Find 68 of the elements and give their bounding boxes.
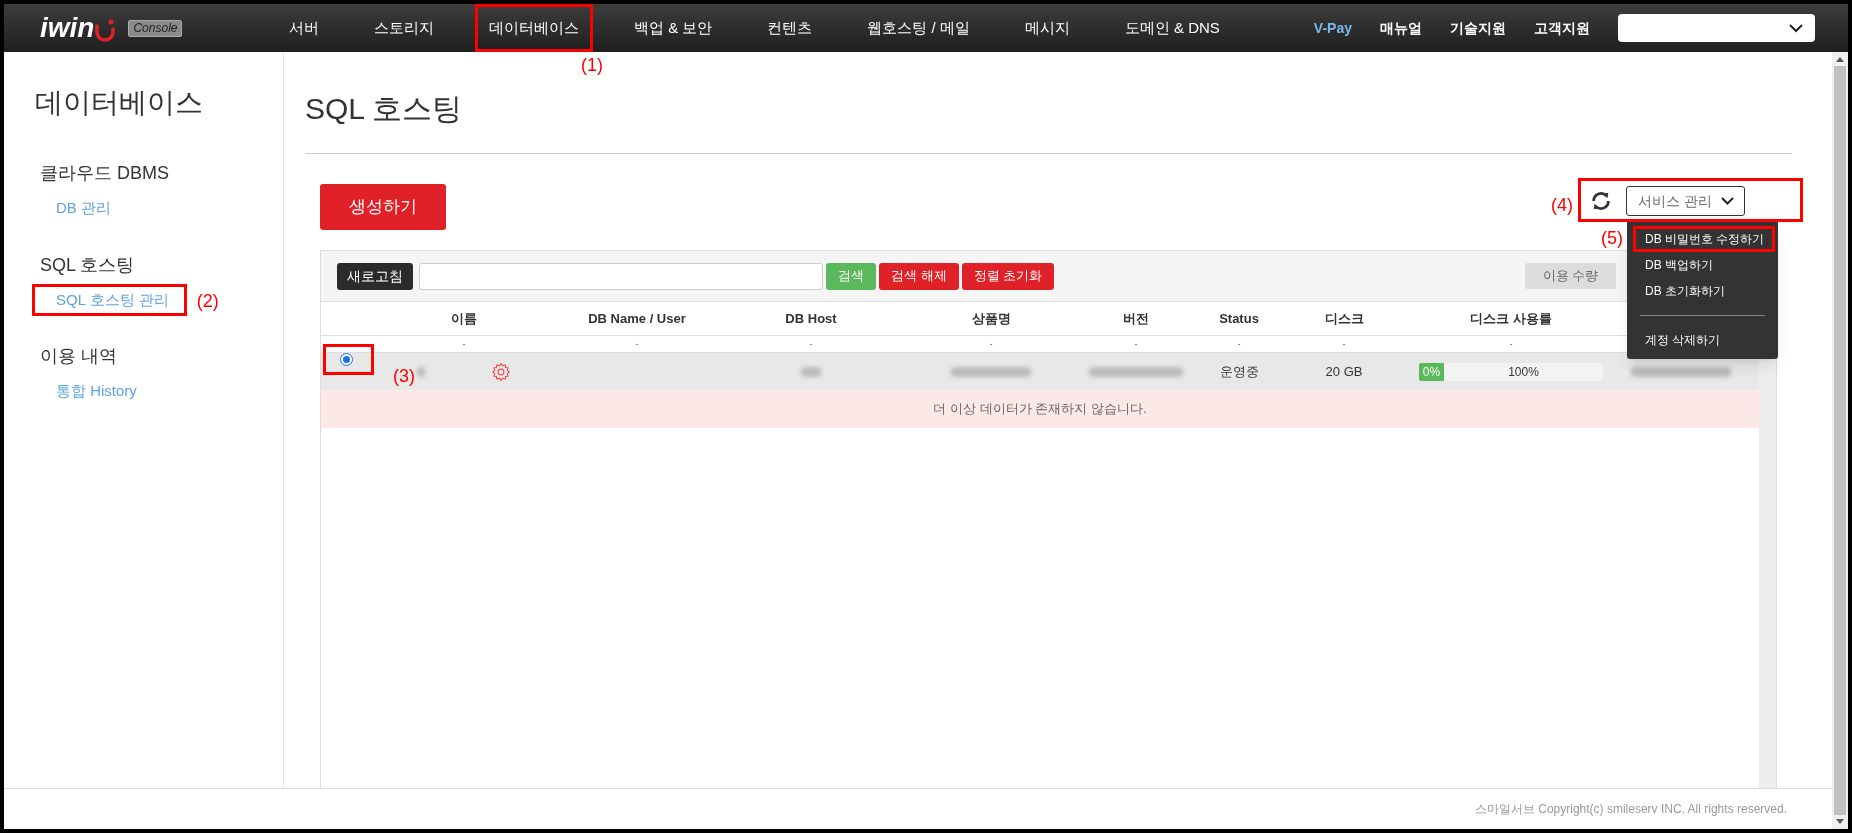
filter-dash: - xyxy=(1509,339,1513,349)
service-select[interactable]: 서비스 관리 xyxy=(1626,186,1745,216)
sidebar-title: 데이터베이스 xyxy=(35,86,204,120)
menu-item[interactable]: DB 비밀번호 수정하기 xyxy=(1627,226,1778,252)
callout-label: (4) xyxy=(1551,196,1573,214)
nav-link[interactable]: 서버 xyxy=(289,16,319,40)
sidebar-heading: SQL 호스팅 xyxy=(40,253,136,277)
header-link[interactable]: 기술지원 xyxy=(1450,17,1506,39)
gear-icon[interactable] xyxy=(491,361,511,382)
view-toggle[interactable]: 이용 수량 xyxy=(1525,263,1616,289)
nav-link[interactable]: 컨텐츠 xyxy=(767,16,813,40)
callout-label: (1) xyxy=(581,56,603,75)
sidebar-heading: 이용 내역 xyxy=(40,345,118,368)
usage-remaining: 100% xyxy=(1507,363,1540,381)
column-header: Status xyxy=(1219,309,1259,328)
status-text: 운영중 xyxy=(1219,362,1259,381)
column-header: DB Name / User xyxy=(588,309,686,328)
disk-size: 20 GB xyxy=(1325,362,1363,381)
empty-message: 더 이상 데이터가 존재하지 않습니다. xyxy=(321,390,1759,428)
filter-dash: - xyxy=(809,339,813,349)
logo-text: iwin xyxy=(40,14,95,42)
filter-dash: - xyxy=(635,339,639,349)
nav-link[interactable]: 스토리지 xyxy=(374,16,434,40)
filter-dash: - xyxy=(1134,339,1138,349)
row-radio[interactable] xyxy=(339,353,353,366)
blurred-text xyxy=(801,366,821,377)
menu-item[interactable]: DB 백업하기 xyxy=(1627,252,1778,278)
chevron-down-icon xyxy=(1789,23,1803,33)
page-scrollbar[interactable] xyxy=(1832,52,1848,829)
sidebar-heading: 클라우드 DBMS xyxy=(40,162,170,185)
column-header: 디스크 xyxy=(1324,309,1364,328)
nav-link[interactable]: 도메인 & DNS xyxy=(1124,16,1220,40)
refresh-icon[interactable] xyxy=(1590,190,1612,212)
filter-dash: - xyxy=(1237,339,1241,349)
create-button[interactable]: 생성하기 xyxy=(320,184,446,230)
toolbar-button[interactable]: 검색 해제 xyxy=(879,262,959,290)
page-title: SQL 호스팅 xyxy=(305,86,1792,154)
refresh-button[interactable]: 새로고침 xyxy=(337,262,413,290)
search-field[interactable] xyxy=(419,262,823,290)
filter-dash: - xyxy=(989,339,993,349)
menu-item[interactable]: DB 초기화하기 xyxy=(1627,278,1778,304)
scrollbar-thumb[interactable] xyxy=(1834,66,1846,815)
copyright-text: 스마일서브 Copyright(c) smileserv INC. All rights reserved. xyxy=(1474,801,1787,818)
usage-fill: 0% xyxy=(1419,362,1444,381)
blurred-text xyxy=(417,366,425,377)
column-header: 버전 xyxy=(1123,309,1149,328)
callout-label: (5) xyxy=(1601,229,1623,247)
nav-link[interactable]: 데이터베이스 xyxy=(489,16,579,40)
nav-link[interactable]: 메시지 xyxy=(1024,16,1070,40)
callout-label: (2) xyxy=(196,291,219,310)
callout-label: (3) xyxy=(393,367,415,385)
header-link[interactable]: V-Pay xyxy=(1313,17,1352,39)
header-link[interactable]: 고객지원 xyxy=(1534,17,1590,39)
filter-dash: - xyxy=(462,339,466,349)
nav-link[interactable]: 백업 & 보안 xyxy=(634,16,713,40)
column-header: 디스크 사용률 xyxy=(1470,309,1552,328)
callout-box xyxy=(323,344,374,375)
chevron-down-icon xyxy=(1721,197,1734,205)
logo-badge: Console xyxy=(128,19,183,37)
column-header: 상품명 xyxy=(971,309,1011,328)
column-header: 이름 xyxy=(451,309,477,328)
menu-item[interactable]: 계정 삭제하기 xyxy=(1627,327,1778,353)
logo-smile-icon xyxy=(94,18,117,42)
header-link[interactable]: 매뉴얼 xyxy=(1380,17,1422,39)
filter-dash: - xyxy=(1342,339,1346,349)
toolbar-button[interactable]: 정렬 초기화 xyxy=(961,262,1055,290)
nav-link[interactable]: 웹호스팅 / 메일 xyxy=(867,16,970,40)
column-header: DB Host xyxy=(785,309,837,328)
